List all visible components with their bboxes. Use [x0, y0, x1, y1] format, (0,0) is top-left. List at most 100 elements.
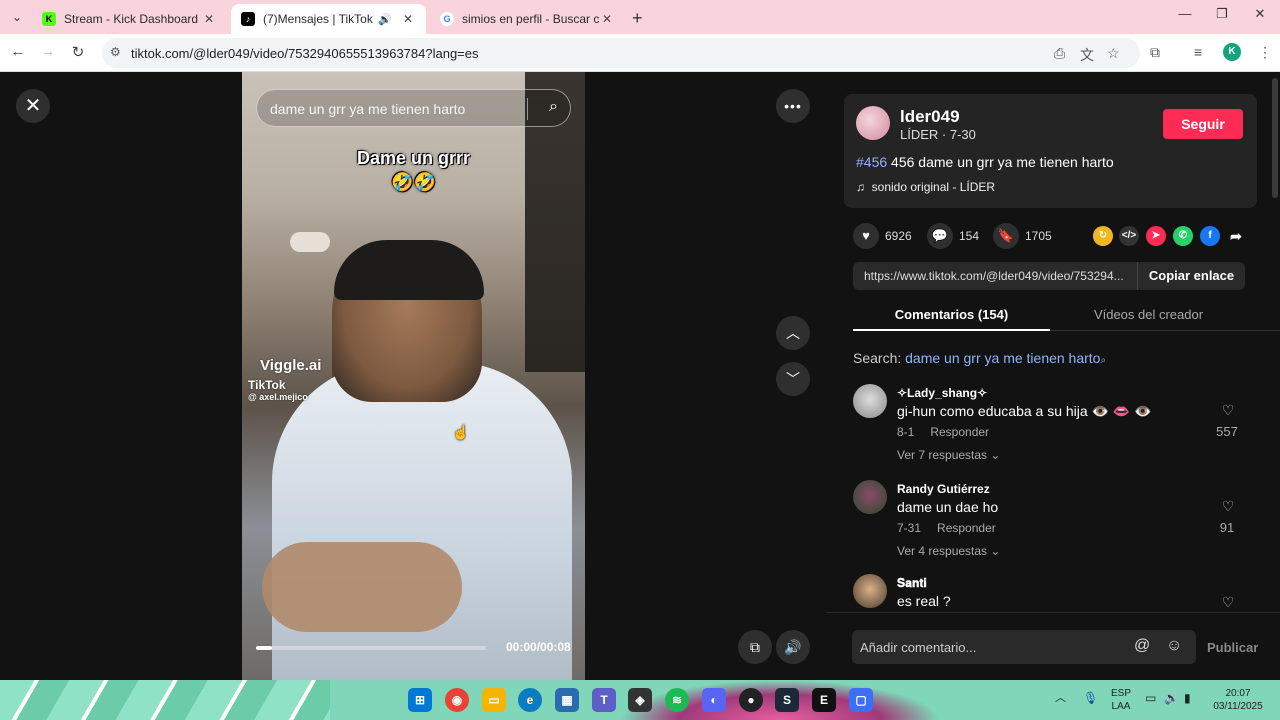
obs-icon[interactable]: ● — [739, 688, 763, 712]
translate-icon[interactable]: 文 — [1080, 45, 1094, 65]
video-time: 00:00/00:08 — [506, 640, 571, 654]
chrome-icon[interactable]: ◉ — [445, 688, 469, 712]
publish-button[interactable]: Publicar — [1207, 640, 1258, 655]
comment-username[interactable]: Randy Gutiérrez — [897, 482, 990, 496]
discord-icon[interactable]: ◐ — [702, 688, 726, 712]
file-explorer-icon[interactable]: ▭ — [482, 688, 506, 712]
bookmark-star-icon[interactable]: ☆ — [1107, 45, 1120, 62]
close-icon[interactable]: ✕ — [599, 12, 615, 26]
address-bar[interactable]: ⚙ tiktok.com/@lder049/video/753294065551… — [102, 38, 1140, 68]
share-link-url[interactable]: https://www.tiktok.com/@lder049/video/75… — [864, 269, 1136, 283]
send-to-friend-icon[interactable]: ➤ — [1146, 226, 1166, 246]
menu-kebab-icon[interactable]: ⋮ — [1258, 44, 1272, 61]
clock[interactable]: 20:07 03/11/2025 — [1208, 687, 1268, 713]
reply-button[interactable]: Responder — [930, 425, 989, 439]
creator-avatar[interactable] — [856, 106, 890, 140]
close-icon[interactable]: ✕ — [201, 12, 217, 26]
new-tab-plus-icon[interactable]: + — [632, 8, 643, 29]
video-actions-row: ♥ 6926 💬 154 🔖 1705 ↻ </> ➤ ✆ f ➦ — [853, 223, 1253, 249]
follow-button[interactable]: Seguir — [1163, 109, 1243, 139]
speaker-icon[interactable]: 🔊 — [378, 13, 392, 26]
next-video-chevron-down-icon[interactable]: ﹀ — [776, 362, 810, 396]
tab-title: Stream - Kick Dashboard — [64, 12, 199, 26]
comment-username[interactable]: 𝐒𝐚𝐧𝐭𝐢 — [897, 576, 927, 591]
site-settings-icon[interactable]: ⚙ — [110, 45, 121, 59]
comment-heart-icon[interactable]: ♡ — [1213, 594, 1243, 611]
comment-heart-icon[interactable]: ♡ — [1213, 402, 1243, 419]
network-icon[interactable]: ▭ — [1145, 692, 1156, 705]
comment-username[interactable]: ✧Lady_shang✧ — [897, 386, 987, 400]
previous-video-chevron-up-icon[interactable]: ︿ — [776, 316, 810, 350]
like-count: 6926 — [885, 229, 912, 243]
like-button[interactable]: ♥ 6926 — [853, 223, 912, 249]
copy-link-button[interactable]: Copiar enlace — [1137, 262, 1245, 290]
share-arrow-icon[interactable]: ➦ — [1226, 226, 1246, 246]
creator-username[interactable]: lder049 — [900, 107, 960, 127]
spotify-icon[interactable]: ≋ — [665, 688, 689, 712]
view-replies-button[interactable]: Ver 7 respuestas ⌄ — [897, 448, 1000, 462]
comment-avatar[interactable] — [853, 384, 887, 418]
edge-icon[interactable]: e — [518, 688, 542, 712]
repost-icon[interactable]: ↻ — [1093, 226, 1113, 246]
tab-comments[interactable]: Comentarios (154) — [853, 307, 1050, 322]
language-indicator[interactable]: ESP LAA — [1108, 687, 1134, 713]
active-tab-indicator — [853, 329, 1050, 331]
battery-icon[interactable]: ▮ — [1184, 692, 1191, 705]
music-link[interactable]: ♫ sonido original - LÍDER — [856, 180, 995, 194]
comment-avatar[interactable] — [853, 480, 887, 514]
unity-icon[interactable]: ◈ — [628, 688, 652, 712]
steam-icon[interactable]: S — [775, 688, 799, 712]
close-video-icon[interactable]: ✕ — [16, 89, 50, 123]
video-search-bar[interactable]: dame un grr ya me tienen harto ⌕ — [256, 89, 571, 127]
microphone-icon[interactable]: 🎙 — [1083, 692, 1098, 705]
minimize-icon[interactable]: — — [1170, 6, 1200, 21]
tab-list-chevron-icon[interactable]: ⌄ — [6, 6, 28, 28]
windows-start-icon[interactable]: ⊞ — [408, 688, 432, 712]
forward-arrow-icon[interactable]: → — [38, 43, 58, 60]
epic-games-icon[interactable]: E — [812, 688, 836, 712]
mention-at-icon[interactable]: @ — [1134, 637, 1150, 655]
tab-kick[interactable]: K Stream - Kick Dashboard ✕ — [32, 4, 227, 34]
teams-icon[interactable]: T — [592, 688, 616, 712]
hashtag-link[interactable]: #456 — [856, 154, 887, 170]
save-button[interactable]: 🔖 1705 — [993, 223, 1052, 249]
comment-item: ✧Lady_shang✧ gi-hun como educaba a su hi… — [853, 384, 1253, 464]
emoji-icon[interactable]: ☺ — [1166, 637, 1182, 655]
maximize-icon[interactable]: ❐ — [1207, 6, 1237, 22]
app-icon[interactable]: ▢ — [849, 688, 873, 712]
floating-player-icon[interactable]: ⧉ — [738, 630, 772, 664]
volume-icon[interactable]: 🔊 — [1164, 692, 1179, 705]
video-progress-bar[interactable] — [256, 646, 486, 650]
tab-tiktok[interactable]: ♪ (7)Mensajes | TikTok 🔊 ✕ — [231, 4, 426, 34]
search-icon[interactable]: ⌕ — [549, 98, 558, 116]
extensions-icon[interactable]: ⧉ — [1150, 44, 1160, 61]
tab-google-search[interactable]: G simios en perfil - Buscar con Go ✕ — [430, 4, 625, 34]
save-count: 1705 — [1025, 229, 1052, 243]
comment-avatar[interactable] — [853, 574, 887, 608]
install-app-icon[interactable]: ⎙ — [1054, 45, 1065, 62]
reload-icon[interactable]: ↻ — [68, 43, 88, 61]
comment-button[interactable]: 💬 154 — [927, 223, 979, 249]
profile-avatar[interactable]: K — [1223, 43, 1241, 61]
close-icon[interactable]: ✕ — [400, 12, 416, 26]
comment-heart-icon[interactable]: ♡ — [1213, 498, 1243, 515]
search-keyword-link[interactable]: dame un grr ya me tienen harto — [905, 350, 1100, 366]
panel-scrollbar[interactable] — [1272, 78, 1278, 198]
volume-icon[interactable]: 🔊 — [776, 630, 810, 664]
facebook-icon[interactable]: f — [1200, 226, 1220, 246]
media-controls-icon[interactable]: ≡ — [1194, 44, 1202, 60]
whatsapp-icon[interactable]: ✆ — [1173, 226, 1193, 246]
store-icon[interactable]: ▦ — [555, 688, 579, 712]
tab-creator-videos[interactable]: Vídeos del creador — [1050, 307, 1247, 322]
comment-input[interactable]: Añadir comentario... @ ☺ — [852, 630, 1196, 664]
reply-button[interactable]: Responder — [937, 521, 996, 535]
back-arrow-icon[interactable]: ← — [8, 43, 28, 60]
view-replies-button[interactable]: Ver 4 respuestas ⌄ — [897, 544, 1000, 558]
tray-chevron-up-icon[interactable]: ︿ — [1055, 692, 1066, 705]
video-player[interactable]: dame un grr ya me tienen harto ⌕ Dame un… — [242, 72, 585, 680]
window-close-icon[interactable]: ✕ — [1245, 6, 1275, 22]
description-text: 456 dame un grr ya me tienen harto — [887, 154, 1114, 170]
comment-like-count: 557 — [1216, 424, 1238, 439]
more-options-icon[interactable]: ••• — [776, 89, 810, 123]
embed-code-icon[interactable]: </> — [1119, 226, 1139, 246]
